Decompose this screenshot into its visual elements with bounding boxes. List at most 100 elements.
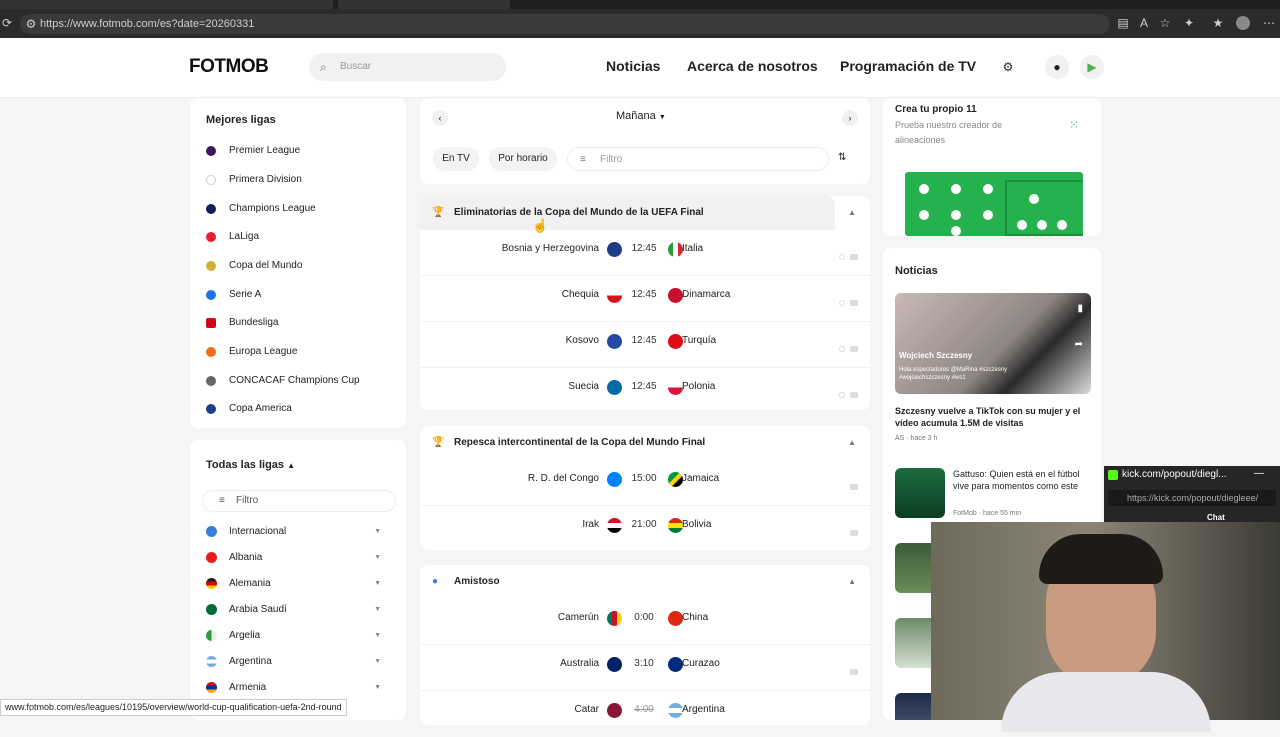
site-info-icon[interactable]: ⚙ <box>24 17 38 31</box>
nav-noticias[interactable]: Noticias <box>606 58 660 74</box>
country-item[interactable]: Arabia Saudí ▼ <box>206 601 381 619</box>
popout-window[interactable]: kick.com/popout/diegl... — https://kick.… <box>1104 466 1280 523</box>
profile-icon[interactable] <box>1236 16 1250 30</box>
home-team: Bosnia y Herzegovina <box>501 243 599 254</box>
match-row[interactable]: Irak 21:00 Bolivia <box>420 506 870 552</box>
group-header[interactable]: ● Amistoso ▲ <box>420 565 870 599</box>
leagues-filter-input[interactable]: ≡ Filtro <box>202 490 396 512</box>
browser-tab[interactable] <box>0 0 333 9</box>
flag-icon <box>206 682 217 693</box>
league-item[interactable]: Bundesliga <box>206 314 278 332</box>
apple-icon[interactable]: ● <box>1045 55 1069 79</box>
league-item[interactable]: Premier League <box>206 142 300 160</box>
bookmark-icon: ▮ <box>1077 303 1083 314</box>
lineup-grid-icon: ⁙ <box>1069 118 1080 132</box>
league-item[interactable]: Champions League <box>206 200 316 218</box>
minimize-icon[interactable]: — <box>1254 468 1264 479</box>
read-aloud-icon[interactable]: A <box>1137 16 1151 30</box>
tv-icon <box>850 484 858 490</box>
match-row[interactable]: Chequia 12:45 Dinamarca <box>420 276 870 322</box>
news-title: Noticias <box>895 265 938 277</box>
fotmob-logo[interactable]: FOTMOB <box>189 56 269 78</box>
match-row[interactable]: Kosovo 12:45 Turquía <box>420 322 870 368</box>
match-row[interactable]: Camerún 0:00 China <box>420 599 870 645</box>
country-item[interactable]: Albania ▼ <box>206 549 381 567</box>
match-time: 12:45 <box>631 335 657 346</box>
country-item[interactable]: Argentina ▼ <box>206 653 381 671</box>
away-team: China <box>682 612 709 623</box>
caret-up-icon: ▲ <box>287 461 296 470</box>
match-filter-input[interactable]: ≡ Filtro <box>567 147 829 171</box>
menu-icon[interactable]: ⋯ <box>1262 16 1276 30</box>
en-tv-button[interactable]: En TV <box>433 147 479 171</box>
match-time: 12:45 <box>631 289 657 300</box>
collapse-icon[interactable]: ▲ <box>848 426 856 460</box>
streamer-hair <box>1039 534 1163 584</box>
league-item[interactable]: Primera Division <box>206 171 302 189</box>
por-horario-button[interactable]: Por horario <box>489 147 557 171</box>
match-row[interactable]: R. D. del Congo 15:00 Jamaica <box>420 460 870 506</box>
match-row[interactable]: Catar 4:00 Argentina <box>420 691 870 737</box>
match-row[interactable]: Suecia 12:45 Polonia <box>420 368 870 414</box>
player-dot <box>983 210 993 220</box>
favorites-icon[interactable]: ★ <box>1211 16 1225 30</box>
league-item[interactable]: CONCACAF Champions Cup <box>206 372 360 390</box>
caret-down-icon: ▼ <box>658 114 666 121</box>
country-item[interactable]: Armenia ▼ <box>206 679 381 697</box>
league-label: Primera Division <box>229 174 302 185</box>
chevron-down-icon: ▼ <box>374 528 381 535</box>
group-title: Eliminatorias de la Copa del Mundo de la… <box>454 207 704 218</box>
tv-icon <box>850 346 858 352</box>
player-dot <box>919 184 929 194</box>
sort-icon[interactable]: ⇅ <box>838 152 846 163</box>
url-text: https://www.fotmob.com/es?date=20260331 <box>40 18 255 30</box>
home-team: Chequia <box>561 289 599 300</box>
concacaf-icon <box>206 376 216 386</box>
league-item[interactable]: Copa America <box>206 400 292 418</box>
lineup-subtitle: Prueba nuestro creador de alineaciones <box>895 120 1003 145</box>
all-leagues-label: Todas las ligas <box>206 459 285 471</box>
away-team: Curazao <box>682 658 720 669</box>
search-input[interactable]: ⌕ Buscar <box>309 53 506 81</box>
collapse-icon[interactable]: ▲ <box>835 196 870 230</box>
favorite-star-icon[interactable]: ☆ <box>1158 16 1172 30</box>
feature-news-image[interactable]: Wojciech Szczesny Hola espectadores @MaR… <box>895 293 1091 394</box>
address-bar[interactable]: ⚙ https://www.fotmob.com/es?date=2026033… <box>20 14 1110 34</box>
extensions-icon[interactable]: ✦ <box>1182 16 1196 30</box>
prev-day-icon[interactable]: ‹ <box>432 110 448 126</box>
feature-news-title[interactable]: Szczesny vuelve a TikTok con su mujer y … <box>895 405 1091 429</box>
settings-gear-icon[interactable]: ⚙ <box>996 55 1020 79</box>
team-crest-icon <box>668 611 683 626</box>
group-header[interactable]: 🏆 Eliminatorias de la Copa del Mundo de … <box>420 196 835 230</box>
league-item[interactable]: Europa League <box>206 343 297 361</box>
status-url: www.fotmob.com/es/leagues/10195/overview… <box>5 702 342 712</box>
lineup-builder-card[interactable]: Crea tu propio 11 Prueba nuestro creador… <box>883 98 1101 236</box>
country-item[interactable]: Alemania ▼ <box>206 575 381 593</box>
team-crest-icon <box>607 380 622 395</box>
google-play-icon[interactable]: ▶ <box>1080 55 1104 79</box>
group-header[interactable]: 🏆 Repesca intercontinental de la Copa de… <box>420 426 870 460</box>
match-row[interactable]: Australia 3:10 Curazao <box>420 645 870 691</box>
split-icon[interactable]: ▤ <box>1116 16 1130 30</box>
filter-icon: ≡ <box>580 154 586 165</box>
nav-programacion-tv[interactable]: Programación de TV <box>840 58 976 74</box>
match-row[interactable]: Bosnia y Herzegovina 12:45 Italia <box>420 230 870 276</box>
country-item[interactable]: Internacional ▼ <box>206 523 381 541</box>
mouse-cursor-icon: ☝ <box>532 218 549 233</box>
nav-acerca[interactable]: Acerca de nosotros <box>687 58 818 74</box>
news-list-item[interactable]: Gattuso: Quien está en el fútbol vive pa… <box>895 468 1090 520</box>
reload-icon[interactable]: ⟳ <box>0 16 14 30</box>
country-label: Albania <box>229 552 263 563</box>
league-item[interactable]: Serie A <box>206 286 261 304</box>
away-team: Bolivia <box>682 519 712 530</box>
league-item[interactable]: Copa del Mundo <box>206 257 302 275</box>
browser-tab[interactable] <box>338 0 510 9</box>
country-item[interactable]: Argelia ▼ <box>206 627 381 645</box>
collapse-icon[interactable]: ▲ <box>848 565 856 599</box>
player-dot <box>1017 220 1027 230</box>
day-selector[interactable]: Mañana ▼ <box>616 110 666 122</box>
next-day-icon[interactable]: › <box>842 110 858 126</box>
all-leagues-title[interactable]: Todas las ligas ▲ <box>206 459 295 471</box>
league-item[interactable]: LaLiga <box>206 228 259 246</box>
match-time: 12:45 <box>631 243 657 254</box>
